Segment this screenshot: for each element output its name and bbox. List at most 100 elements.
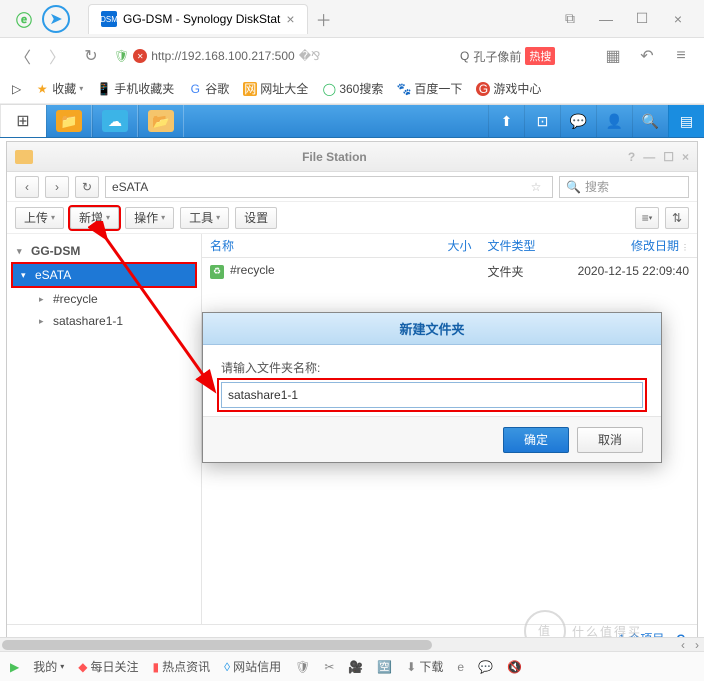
upload-button[interactable]: 上传▾ [15,207,64,229]
nav-refresh-icon[interactable]: ↻ [75,176,99,198]
action-button[interactable]: 操作▾ [125,207,174,229]
dsm-pilot-icon[interactable]: ▤ [668,105,704,137]
bm-google[interactable]: G谷歌 [188,80,229,97]
tree-root[interactable]: ▾GG-DSM [7,240,201,262]
back-icon[interactable]: 〈 [12,45,34,67]
maximize-icon[interactable]: ☐ [663,150,674,164]
sort-icon[interactable]: ⇅ [665,207,689,229]
dsm-home-icon[interactable]: ⊞ [0,105,46,137]
browser-chrome: ⓔ ➤ DSM GG-DSM - Synology DiskStat × ＋ ⧉… [0,0,704,105]
browser-logo-icon[interactable]: ⓔ [10,5,38,33]
dsm-app2-icon[interactable]: ☁ [92,105,138,137]
window-min-icon[interactable]: — [592,7,620,31]
browser-status-bar: ▶ 我的▾ ◆每日关注 ▮热点资讯 ◊网站信用 🛡 ✂ 🎥 🈳 ⬇下载 e 💬 … [0,651,704,681]
window-titlebar[interactable]: File Station ? — ☐ × [7,142,697,172]
menu-icon[interactable]: ≡ [670,45,692,67]
filestation-window: File Station ? — ☐ × ‹ › ↻ eSATA ☆ 🔍 搜索 … [6,141,698,653]
fs-search-input[interactable]: 🔍 搜索 [559,176,689,198]
col-name[interactable]: 名称 [210,237,422,254]
bm-favorites[interactable]: ★收藏▾ [35,80,83,97]
tab-add-icon[interactable]: ＋ [316,7,332,31]
bb-cut-icon[interactable]: ✂ [324,660,334,674]
h-scrollbar[interactable]: ‹ › [0,637,704,651]
undo-icon[interactable]: ↶ [636,45,658,67]
minimize-icon[interactable]: — [643,150,655,164]
url-field[interactable]: 🛡 ✕ http://192.168.100.217:500 �⅋ [114,49,448,63]
window-max-icon[interactable]: ☐ [628,7,656,31]
col-date[interactable]: 修改日期⋮ [552,237,689,254]
browser-tab[interactable]: DSM GG-DSM - Synology DiskStat × [88,4,308,34]
scroll-left-icon[interactable]: ‹ [676,638,690,652]
dsm-notify-icon[interactable]: 💬 [560,105,596,137]
scroll-right-icon[interactable]: › [690,638,704,652]
bb-hotnews[interactable]: ▮热点资讯 [153,658,211,675]
sidebar-toggle-icon[interactable]: ▷ [12,82,21,96]
bb-shield-icon[interactable]: 🛡 [295,660,310,674]
bm-baidu[interactable]: 🐾百度一下 [397,80,462,97]
bb-daily[interactable]: ◆每日关注 [78,658,138,675]
settings-button[interactable]: 设置 [235,207,277,229]
view-list-icon[interactable]: ≡▾ [635,207,659,229]
cancel-button[interactable]: 取消 [577,427,643,453]
dsm-search-icon[interactable]: 🔍 [632,105,668,137]
bb-mute-icon[interactable]: 🔇 [507,660,522,674]
window-capture-icon[interactable]: ⧉ [556,7,584,31]
bookmark-bar: ▷ ★收藏▾ 📱手机收藏夹 G谷歌 网网址大全 ◯360搜索 🐾百度一下 G游戏… [0,74,704,104]
bb-camera-icon[interactable]: 🎥 [348,660,363,674]
path-field[interactable]: eSATA ☆ [105,176,553,198]
tab-title: GG-DSM - Synology DiskStat [123,12,280,26]
address-bar: 〈 〉 ↻ 🛡 ✕ http://192.168.100.217:500 �⅋ … [0,38,704,74]
browser-search[interactable]: Q 孔子像前 热搜 [460,47,590,65]
scrollbar-thumb[interactable] [2,640,432,650]
bm-game[interactable]: G游戏中心 [476,80,541,97]
window-title: File Station [41,150,628,164]
list-item[interactable]: ♻#recycle 文件夹 2020-12-15 22:09:40 [202,258,697,284]
tree-recycle[interactable]: ▸#recycle [7,288,201,310]
window-close-icon[interactable]: × [664,7,692,31]
tool-button[interactable]: 工具▾ [180,207,229,229]
forward-icon[interactable]: 〉 [46,45,68,67]
tree-esata[interactable]: ▾eSATA [13,264,195,286]
file-list: 名称 大小 文件类型 修改日期⋮ ♻#recycle 文件夹 2020-12-1… [202,234,697,624]
nav-back-icon[interactable]: ‹ [15,176,39,198]
bb-play-icon[interactable]: ▶ [10,660,19,674]
col-size[interactable]: 大小 [422,237,472,254]
dialog-label: 请输入文件夹名称: [221,359,643,376]
dsm-upload-icon[interactable]: ⬆ [488,105,524,137]
bm-netall[interactable]: 网网址大全 [243,80,308,97]
bb-download[interactable]: ⬇下载 [406,658,443,675]
help-icon[interactable]: ? [628,150,635,164]
bb-msg-icon[interactable]: 💬 [478,660,493,674]
bm-360[interactable]: ◯360搜索 [322,80,383,97]
reload-icon[interactable]: ↻ [80,45,102,67]
nav-compass-icon[interactable]: ➤ [42,5,70,33]
fs-nav-bar: ‹ › ↻ eSATA ☆ 🔍 搜索 [7,172,697,202]
dsm-app1-icon[interactable]: 📁 [46,105,92,137]
close-icon[interactable]: × [682,150,689,164]
search-icon: 🔍 [566,180,581,194]
folder-name-input[interactable] [221,382,643,408]
bb-credit[interactable]: ◊网站信用 [224,658,281,675]
dsm-filestation-icon[interactable]: 📂 [138,105,184,137]
ok-button[interactable]: 确定 [503,427,569,453]
bb-translate-icon[interactable]: 🈳 [377,660,392,674]
grid-menu-icon[interactable]: ▦ [602,45,624,67]
bb-print-icon[interactable]: e [457,660,464,674]
new-button[interactable]: 新增▾ [70,207,119,229]
url-text: http://192.168.100.217:500 [151,49,294,63]
new-folder-dialog: 新建文件夹 请输入文件夹名称: 确定 取消 [202,312,662,463]
dsm-widget-icon[interactable]: ⊡ [524,105,560,137]
bm-mobile[interactable]: 📱手机收藏夹 [97,80,174,97]
dsm-user-icon[interactable]: 👤 [596,105,632,137]
bb-mine[interactable]: 我的▾ [33,658,64,675]
tab-close-icon[interactable]: × [286,11,294,27]
star-icon[interactable]: ☆ [526,180,546,194]
shield-icon: 🛡 [114,49,129,63]
col-type[interactable]: 文件类型 [472,237,552,254]
adblock-icon: ✕ [133,49,147,63]
dialog-title[interactable]: 新建文件夹 [203,313,661,345]
tree-satashare[interactable]: ▸satashare1-1 [7,310,201,332]
search-placeholder: 孔子像前 [473,48,521,65]
tab-bar: ⓔ ➤ DSM GG-DSM - Synology DiskStat × ＋ ⧉… [0,0,704,38]
nav-fwd-icon[interactable]: › [45,176,69,198]
